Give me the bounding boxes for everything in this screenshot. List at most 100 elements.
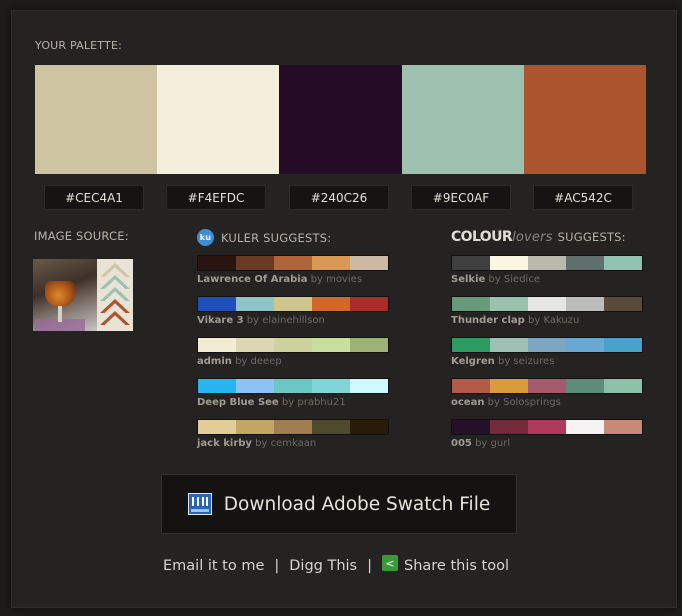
colourlovers-suggestion[interactable]: ocean by Solosprings [451, 378, 643, 408]
kuler-suggestion[interactable]: admin by deeep [197, 337, 389, 367]
suggestion-by: by [246, 315, 259, 326]
suggestion-author[interactable]: cemkaan [271, 438, 317, 449]
suggestion-name[interactable]: admin [197, 356, 232, 367]
suggestion-caption: Thunder clap by Kakuzu [451, 315, 643, 326]
suggestion-color-bar[interactable] [197, 255, 389, 271]
suggestion-color-bar[interactable] [197, 419, 389, 435]
suggestion-name[interactable]: Thunder clap [451, 315, 525, 326]
suggestion-name[interactable]: jack kirby [197, 438, 252, 449]
suggestion-color-bar[interactable] [451, 337, 643, 353]
suggestion-swatch [566, 297, 604, 311]
suggestion-swatch [490, 256, 528, 270]
suggestion-name[interactable]: Selkie [451, 274, 485, 285]
suggestion-color-bar[interactable] [451, 255, 643, 271]
suggestion-name[interactable]: Vikare 3 [197, 315, 244, 326]
palette-swatch[interactable] [279, 65, 402, 174]
suggestion-name[interactable]: Deep Blue See [197, 397, 279, 408]
palette-swatch[interactable] [157, 65, 280, 174]
suggestion-swatch [528, 420, 566, 434]
suggestion-author[interactable]: prabhu21 [297, 397, 345, 408]
palette-swatch[interactable] [523, 65, 647, 174]
palette-hex-label[interactable]: #CEC4A1 [44, 185, 144, 210]
suggestion-name[interactable]: Lawrence Of Arabia [197, 274, 307, 285]
suggestion-name[interactable]: Kelgren [451, 356, 495, 367]
suggestion-swatch [236, 256, 274, 270]
suggestion-swatch [528, 338, 566, 352]
kuler-suggestion[interactable]: jack kirby by cemkaan [197, 419, 389, 449]
suggestion-caption: admin by deeep [197, 356, 389, 367]
digg-link[interactable]: Digg This [289, 558, 357, 574]
suggestion-swatch [452, 338, 490, 352]
suggestion-swatch [604, 256, 642, 270]
palette-swatch[interactable] [35, 65, 158, 174]
suggestion-swatch [452, 379, 490, 393]
suggestion-swatch [236, 338, 274, 352]
suggestion-swatch [274, 420, 312, 434]
suggestion-swatch [274, 379, 312, 393]
kuler-suggestion[interactable]: Deep Blue See by prabhu21 [197, 378, 389, 408]
suggestion-caption: 005 by gurl [451, 438, 643, 449]
email-link[interactable]: Email it to me [163, 558, 264, 574]
suggestion-author[interactable]: gurl [491, 438, 511, 449]
chevron-shape [100, 311, 130, 325]
palette-hex-label[interactable]: #9EC0AF [411, 185, 511, 210]
chevron-shape [100, 299, 130, 313]
suggestion-caption: Vikare 3 by elainehillson [197, 315, 389, 326]
suggestion-name[interactable]: 005 [451, 438, 472, 449]
suggestion-swatch [350, 420, 388, 434]
suggestion-swatch [312, 420, 350, 434]
suggestion-by: by [487, 397, 500, 408]
palette-strip [35, 65, 647, 174]
suggestion-swatch [490, 420, 528, 434]
download-swatch-button[interactable]: Download Adobe Swatch File [161, 474, 517, 534]
suggestion-author[interactable]: Siedice [504, 274, 540, 285]
colourlovers-suggestion[interactable]: Kelgren by seizures [451, 337, 643, 367]
suggestion-color-bar[interactable] [451, 378, 643, 394]
suggestion-swatch [566, 256, 604, 270]
footer-separator: | [274, 558, 280, 574]
footer-links: Email it to me | Digg This | < Share thi… [163, 555, 509, 574]
suggestion-author[interactable]: seizures [513, 356, 554, 367]
palette-hex-label[interactable]: #F4EFDC [166, 185, 266, 210]
suggestion-color-bar[interactable] [197, 296, 389, 312]
colourlovers-suggestion[interactable]: Selkie by Siedice [451, 255, 643, 285]
share-link[interactable]: Share this tool [404, 558, 509, 574]
suggestion-author[interactable]: Solosprings [503, 397, 561, 408]
palette-swatch[interactable] [401, 65, 524, 174]
thumbnail-photo [33, 259, 97, 331]
suggestion-swatch [604, 420, 642, 434]
thumbnail-chevron-art [97, 259, 133, 331]
thumbnail-glass [45, 281, 75, 307]
colourlovers-suggestion[interactable]: 005 by gurl [451, 419, 643, 449]
suggestion-color-bar[interactable] [451, 296, 643, 312]
suggestion-author[interactable]: elainehillson [262, 315, 325, 326]
suggestion-swatch [490, 297, 528, 311]
kuler-suggestion[interactable]: Lawrence Of Arabia by movies [197, 255, 389, 285]
suggestion-name[interactable]: ocean [451, 397, 484, 408]
palette-hex-label[interactable]: #AC542C [533, 185, 633, 210]
suggestion-by: by [255, 438, 268, 449]
suggestion-color-bar[interactable] [197, 337, 389, 353]
suggestion-swatch [312, 379, 350, 393]
kuler-logo-icon: ku [197, 229, 214, 246]
suggestion-caption: Lawrence Of Arabia by movies [197, 274, 389, 285]
colourlovers-suggestion[interactable]: Thunder clap by Kakuzu [451, 296, 643, 326]
thumbnail-glass-stem [58, 306, 62, 322]
suggestion-swatch [198, 379, 236, 393]
suggestion-swatch [528, 256, 566, 270]
palette-hex-label[interactable]: #240C26 [289, 185, 389, 210]
suggestion-swatch [274, 297, 312, 311]
suggestion-swatch [452, 256, 490, 270]
suggestion-swatch [604, 297, 642, 311]
suggestion-color-bar[interactable] [197, 378, 389, 394]
swatch-file-icon [187, 493, 212, 515]
suggestion-color-bar[interactable] [451, 419, 643, 435]
colourlovers-logo-colour: COLOUR [451, 229, 513, 245]
image-source-thumbnail[interactable] [33, 259, 133, 331]
kuler-suggestion[interactable]: Vikare 3 by elainehillson [197, 296, 389, 326]
suggestion-author[interactable]: deeep [251, 356, 282, 367]
suggestion-author[interactable]: movies [326, 274, 362, 285]
suggestion-swatch [604, 338, 642, 352]
suggestion-author[interactable]: Kakuzu [543, 315, 579, 326]
suggestion-by: by [235, 356, 248, 367]
